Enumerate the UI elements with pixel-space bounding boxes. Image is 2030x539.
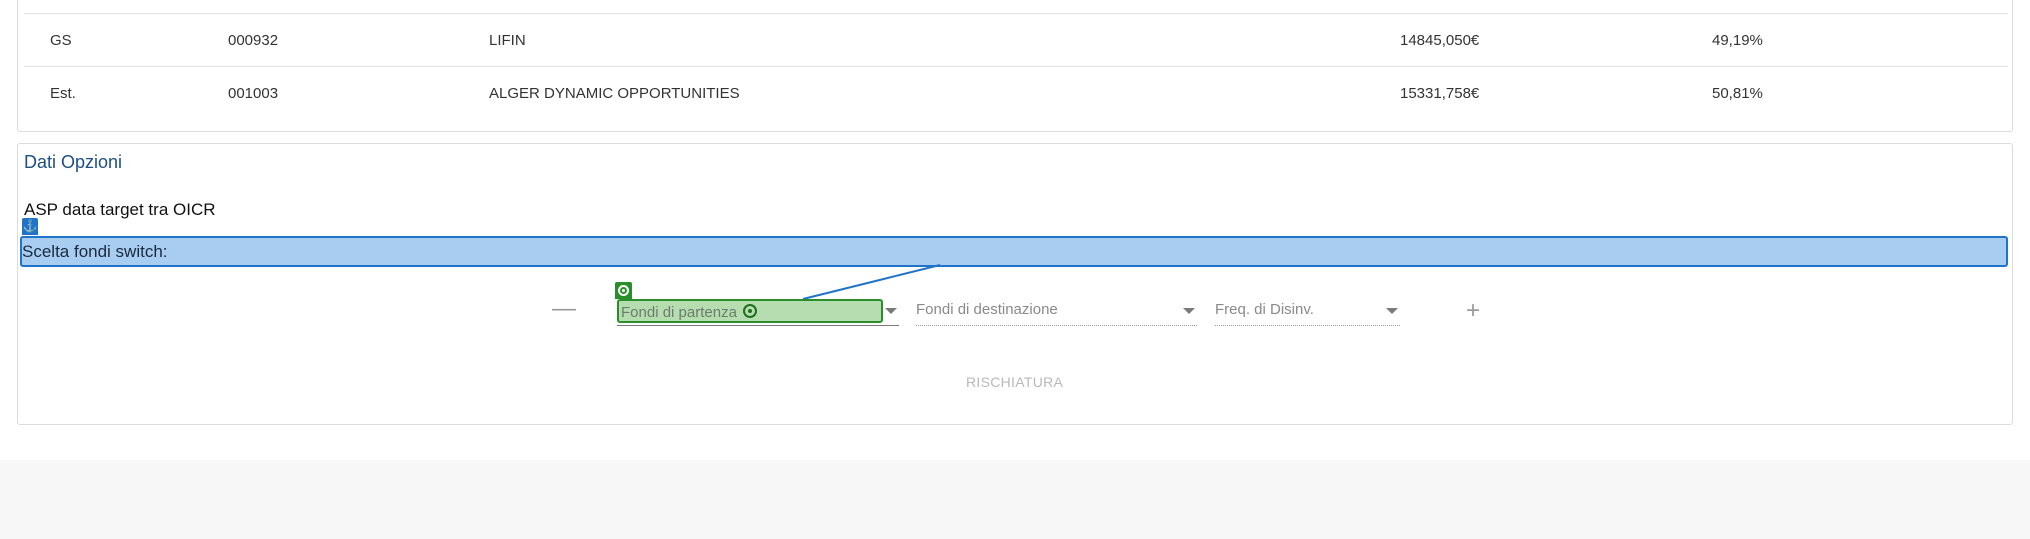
cell-tipo: Est.	[50, 85, 76, 102]
target-badge-icon	[615, 282, 632, 299]
cell-codice: 000932	[228, 32, 279, 49]
cell-importo: 15331,758€	[1400, 85, 1480, 102]
add-row-button[interactable]: +	[1462, 296, 1484, 326]
chevron-down-icon	[885, 308, 897, 314]
table-row: GS 000932 LIFIN 14845,050€ 49,19%	[24, 13, 2008, 67]
anchor-icon: ⚓	[22, 218, 38, 235]
rischiatura-button[interactable]: RISCHIATURA	[966, 374, 1063, 390]
chevron-down-icon	[1386, 308, 1398, 314]
from-funds-placeholder: Fondi di partenza	[621, 303, 757, 321]
frequency-placeholder: Freq. di Disinv.	[1215, 301, 1314, 318]
page-footer-background	[0, 460, 2030, 539]
cell-percentuale: 49,19%	[1712, 32, 1763, 49]
cell-tipo: GS	[50, 32, 72, 49]
destination-funds-select[interactable]: Fondi di destinazione	[916, 296, 1197, 326]
options-card: Dati Opzioni ASP data target tra OICR ⚓ …	[17, 143, 2013, 425]
cell-importo: 14845,050€	[1400, 32, 1480, 49]
asp-target-label: ASP data target tra OICR	[24, 200, 216, 219]
cell-nome: ALGER DYNAMIC OPPORTUNITIES	[489, 85, 740, 102]
cell-codice: 001003	[228, 85, 279, 102]
table-row: Est. 001003 ALGER DYNAMIC OPPORTUNITIES …	[24, 66, 2008, 120]
from-funds-highlight[interactable]: Fondi di partenza	[617, 299, 883, 323]
switch-funds-label: Scelta fondi switch:	[20, 236, 2008, 267]
funds-table: GS 000932 LIFIN 14845,050€ 49,19% Est. 0…	[17, 0, 2013, 132]
chevron-down-icon	[1183, 308, 1195, 314]
crosshair-icon	[742, 304, 757, 318]
cell-nome: LIFIN	[489, 32, 526, 49]
destination-funds-placeholder: Fondi di destinazione	[916, 301, 1058, 318]
section-title: Dati Opzioni	[24, 152, 123, 172]
remove-row-button[interactable]: —	[552, 294, 576, 324]
cell-percentuale: 50,81%	[1712, 85, 1763, 102]
frequency-select[interactable]: Freq. di Disinv.	[1215, 296, 1400, 326]
